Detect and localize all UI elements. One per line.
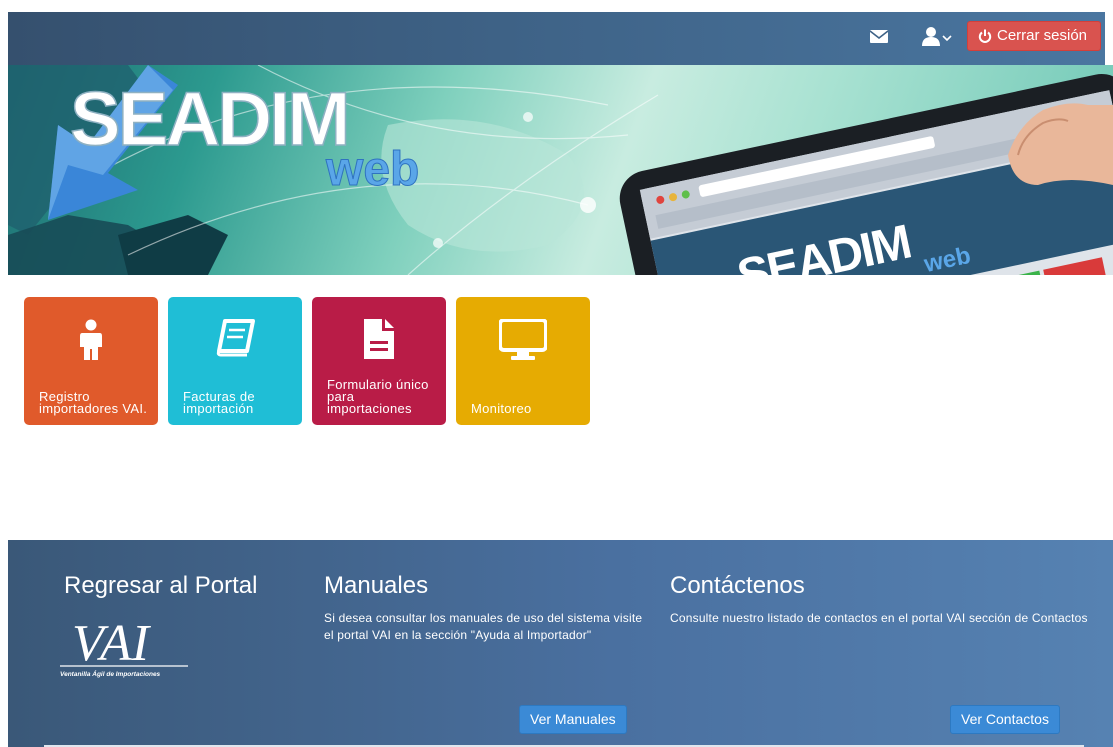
banner-subtitle: web [325, 143, 419, 196]
power-icon [978, 29, 992, 43]
footer: Regresar al Portal VAI Ventanilla Ágil d… [8, 540, 1113, 747]
top-navbar: Cerrar sesión [8, 12, 1105, 65]
logout-label: Cerrar sesión [997, 27, 1088, 44]
vai-logo-text: VAI [72, 615, 152, 672]
ver-contactos-button[interactable]: Ver Contactos [950, 705, 1060, 734]
person-icon [80, 319, 102, 360]
user-menu-toggle[interactable] [922, 26, 952, 48]
vai-logo[interactable]: VAI Ventanilla Ágil de Importaciones [52, 612, 192, 682]
tile-label: Monitoreo [471, 401, 532, 416]
tile-registro-importadores[interactable]: Registro importadores VAI. [24, 297, 158, 425]
contactos-text: Consulte nuestro listado de contactos en… [670, 611, 1088, 625]
envelope-icon[interactable] [870, 30, 888, 43]
banner-title: SEADIM [70, 77, 348, 162]
chevron-down-icon [942, 35, 952, 42]
manuales-heading: Manuales [324, 572, 429, 599]
tile-facturas-importacion[interactable]: Facturas de importación [168, 297, 302, 425]
portal-heading: Regresar al Portal [64, 572, 258, 599]
tile-label: Formulario único para importaciones [327, 377, 429, 416]
tile-label: Facturas de importación [183, 389, 255, 416]
user-icon [922, 27, 940, 46]
tile-formulario-unico[interactable]: Formulario único para importaciones [312, 297, 446, 425]
vai-logo-caption: Ventanilla Ágil de Importaciones [60, 669, 161, 678]
ver-manuales-button[interactable]: Ver Manuales [519, 705, 627, 734]
footer-portal: Regresar al Portal [64, 572, 257, 600]
footer-contactos: Contáctenos Consulte nuestro listado de … [670, 572, 1090, 627]
document-icon [364, 319, 394, 359]
tile-label: Registro importadores VAI. [39, 389, 148, 416]
footer-manuales: Manuales Si desea consultar los manuales… [324, 572, 644, 644]
logout-button[interactable]: Cerrar sesión [967, 21, 1101, 51]
tile-monitoreo[interactable]: Monitoreo [456, 297, 590, 425]
book-icon [216, 319, 255, 357]
seadim-banner: SEADIM web SEADIM web [8, 65, 1113, 275]
contactos-heading: Contáctenos [670, 572, 805, 599]
monitor-icon [499, 319, 547, 360]
manuales-text: Si desea consultar los manuales de uso d… [324, 611, 643, 642]
page: Cerrar sesión SEADIM web SEADIM web Regi… [0, 0, 1113, 747]
